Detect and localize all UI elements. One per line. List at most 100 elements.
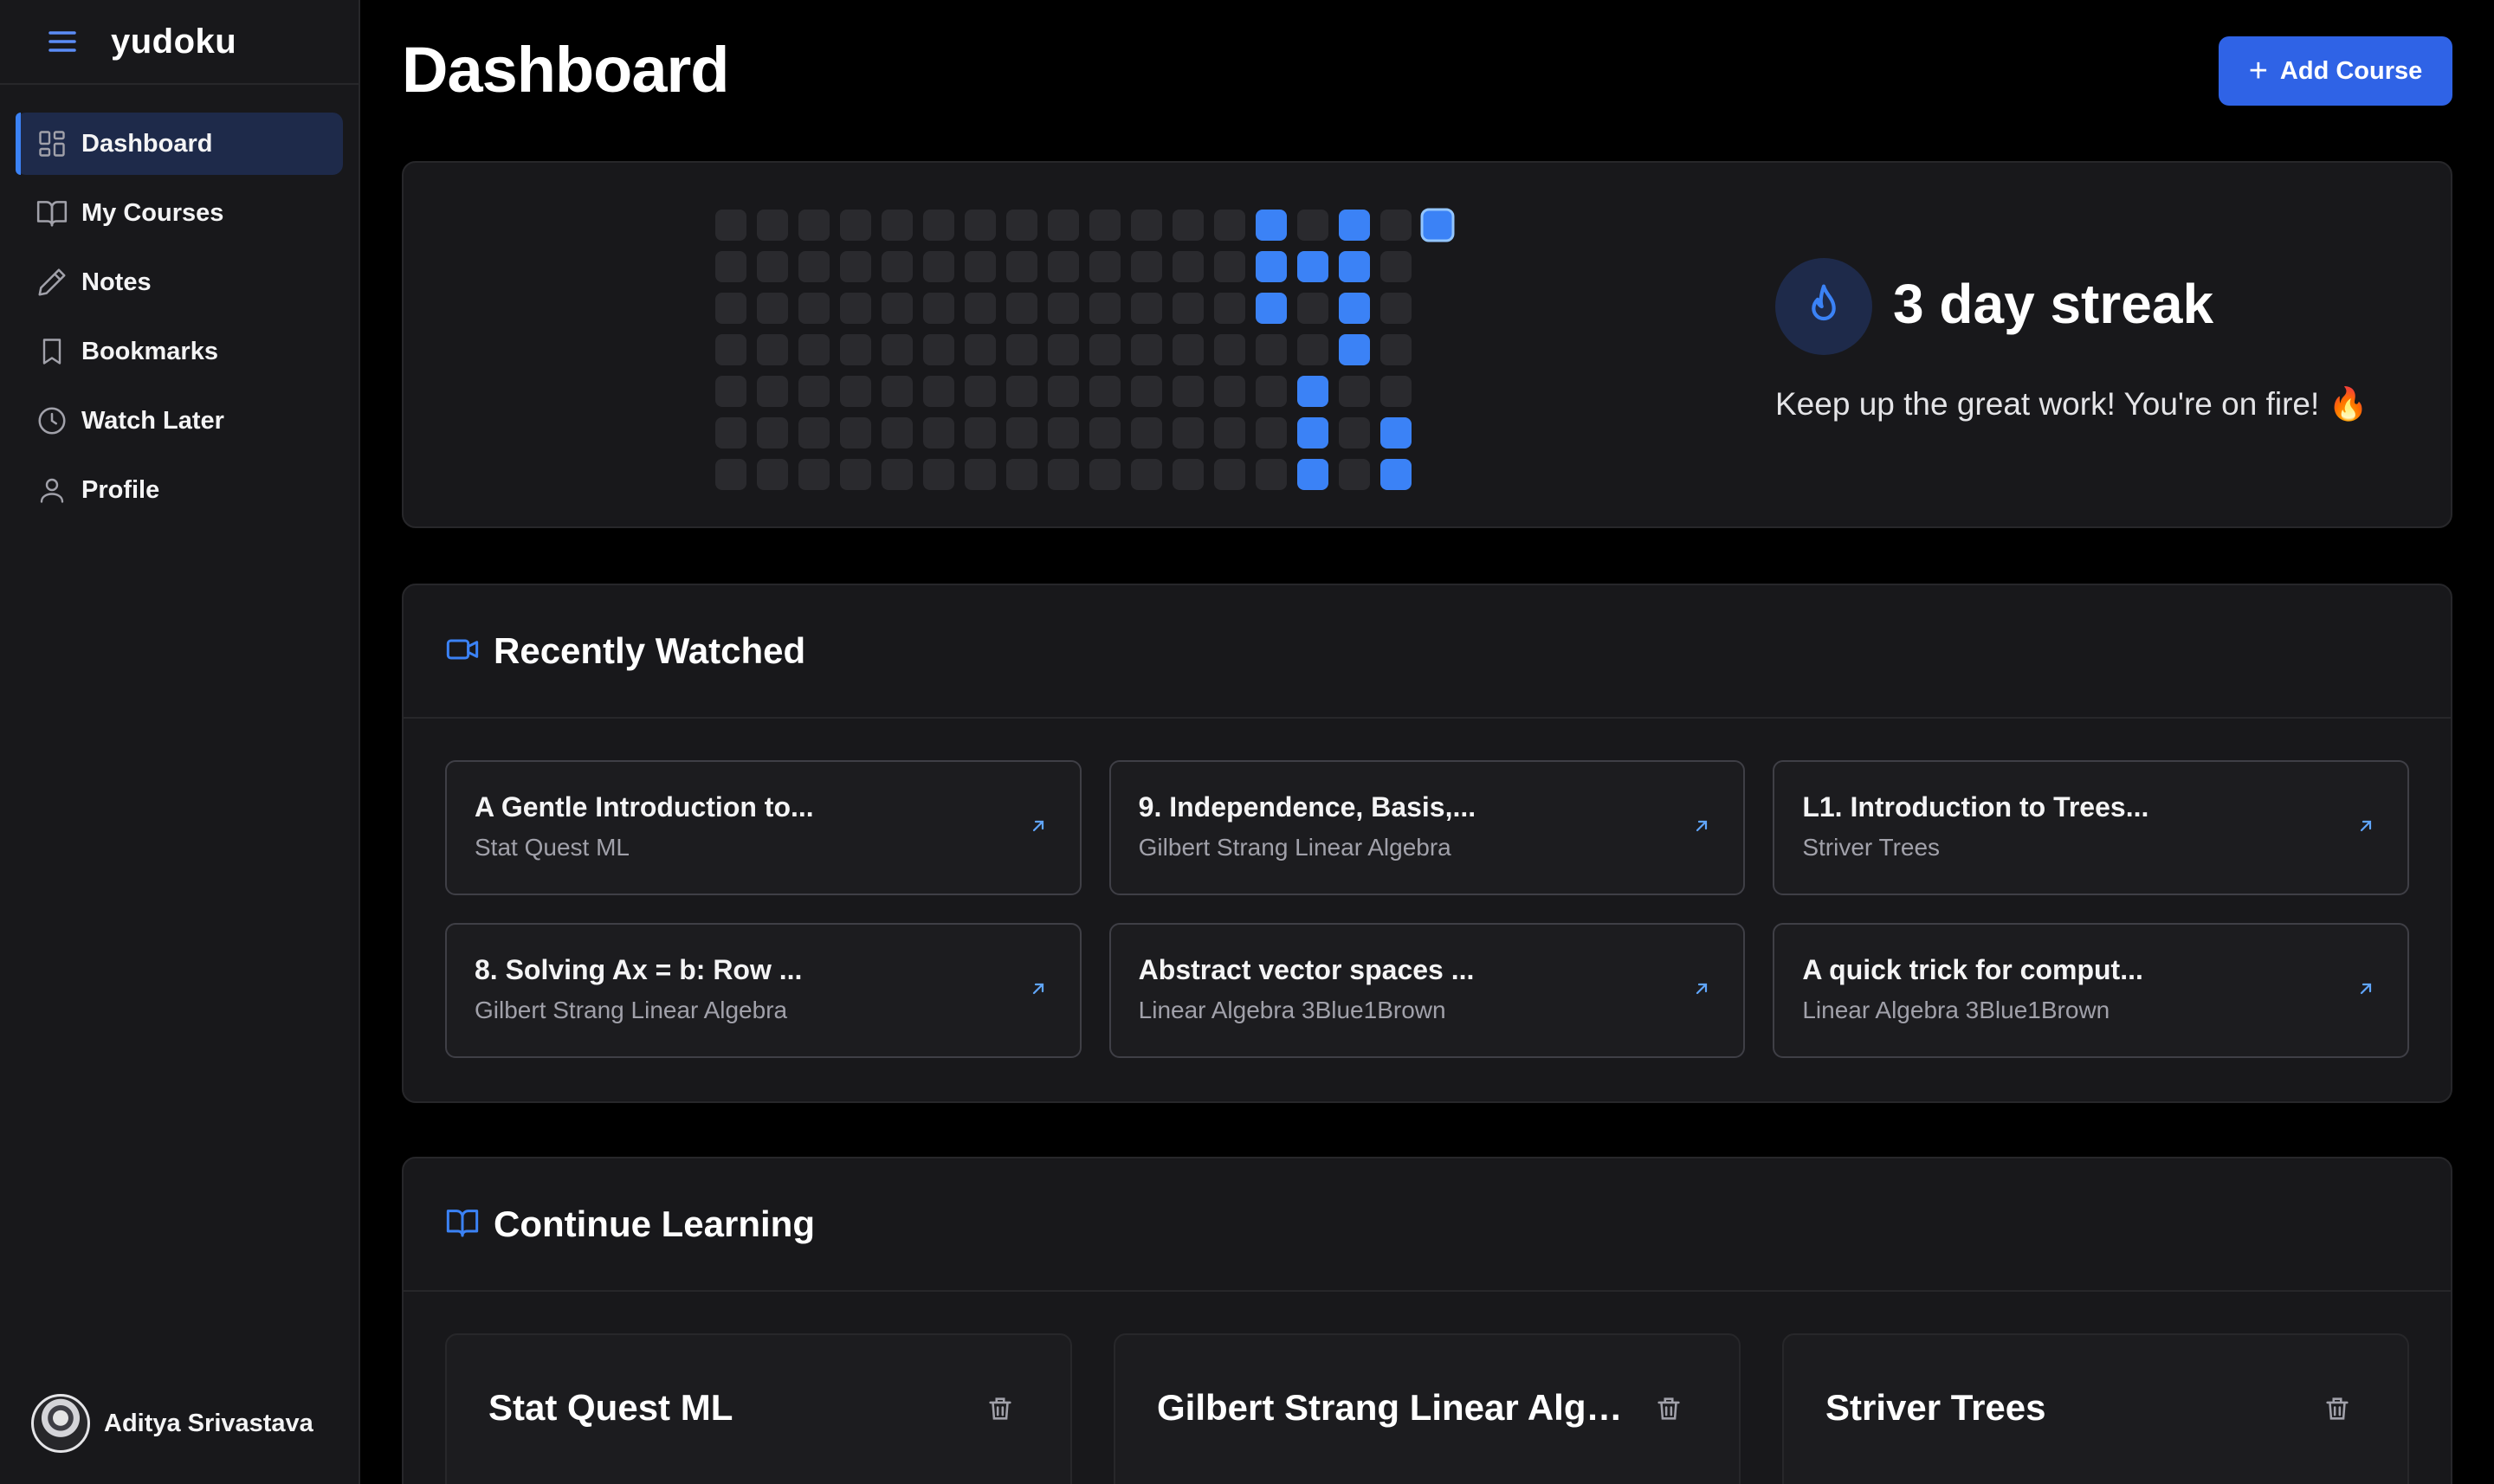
sidebar-item-notes[interactable]: Notes [16, 251, 343, 313]
activity-cell [757, 251, 788, 282]
activity-cell [1089, 459, 1121, 490]
video-course: Stat Quest ML [475, 834, 630, 861]
activity-cell [1006, 251, 1037, 282]
recently-watched-header: Recently Watched [404, 585, 2451, 719]
activity-cell [882, 210, 913, 241]
activity-cell [1048, 210, 1079, 241]
activity-cell [1131, 417, 1162, 448]
streak-card: 3 day streak Keep up the great work! You… [402, 161, 2452, 528]
avatar [31, 1394, 90, 1453]
arrow-up-right-icon[interactable] [2355, 978, 2376, 1003]
activity-cell [1256, 376, 1287, 407]
add-course-button[interactable]: + Add Course [2219, 36, 2452, 106]
recent-video-item[interactable]: 8. Solving Ax = b: Row ... Gilbert Stran… [445, 923, 1082, 1058]
book-open-icon [35, 196, 69, 230]
recent-video-item[interactable]: L1. Introduction to Trees... Striver Tre… [1773, 760, 2409, 895]
course-list: Stat Quest ML Gilbert Strang Linear Alge… [445, 1333, 2409, 1484]
add-course-label: Add Course [2279, 56, 2423, 85]
activity-cell [715, 210, 746, 241]
activity-cell [798, 376, 830, 407]
activity-cell [1173, 293, 1204, 324]
dashboard-icon [35, 126, 69, 161]
activity-cell [923, 417, 954, 448]
course-card[interactable]: Gilbert Strang Linear Algebra [1114, 1333, 1741, 1484]
course-title: Stat Quest ML [488, 1387, 733, 1428]
activity-cell [1339, 417, 1370, 448]
section-title: Continue Learning [494, 1203, 815, 1244]
arrow-up-right-icon[interactable] [1691, 978, 1712, 1003]
activity-cell [715, 376, 746, 407]
activity-cell [1131, 210, 1162, 241]
activity-cell [923, 293, 954, 324]
activity-cell [1089, 417, 1121, 448]
user-name: Aditya Srivastava [104, 1409, 313, 1437]
activity-cell [1173, 210, 1204, 241]
activity-cell-active [1297, 251, 1328, 282]
sidebar-item-dashboard[interactable]: Dashboard [16, 113, 343, 175]
activity-cell [1214, 459, 1245, 490]
sidebar-item-label: My Courses [81, 198, 224, 227]
activity-cell [1048, 251, 1079, 282]
sidebar-item-bookmarks[interactable]: Bookmarks [16, 320, 343, 383]
activity-cell [882, 251, 913, 282]
course-title: Striver Trees [1825, 1387, 2046, 1428]
activity-cell [923, 334, 954, 365]
recent-video-item[interactable]: A quick trick for comput... Linear Algeb… [1773, 923, 2409, 1058]
arrow-up-right-icon[interactable] [1028, 816, 1049, 841]
continue-learning-card: Continue Learning Stat Quest ML Gilbert … [402, 1157, 2452, 1484]
activity-cell [1380, 251, 1412, 282]
arrow-up-right-icon[interactable] [2355, 816, 2376, 841]
activity-cell-active [1339, 251, 1370, 282]
page-title: Dashboard [402, 34, 730, 106]
video-title: A Gentle Introduction to... [475, 791, 814, 823]
clock-icon [35, 403, 69, 438]
activity-cell [1214, 251, 1245, 282]
activity-cell [798, 459, 830, 490]
activity-cell [1131, 376, 1162, 407]
trash-icon[interactable] [1654, 1394, 1683, 1428]
activity-cell [1089, 210, 1121, 241]
activity-cell [798, 417, 830, 448]
activity-cell [1006, 376, 1037, 407]
sidebar-item-profile[interactable]: Profile [16, 459, 343, 521]
activity-cell [1173, 417, 1204, 448]
activity-cell [1339, 459, 1370, 490]
activity-cell [798, 210, 830, 241]
course-card[interactable]: Striver Trees [1782, 1333, 2409, 1484]
recently-watched-card: Recently Watched A Gentle Introduction t… [402, 584, 2452, 1103]
arrow-up-right-icon[interactable] [1028, 978, 1049, 1003]
recent-video-item[interactable]: A Gentle Introduction to... Stat Quest M… [445, 760, 1082, 895]
sidebar-item-my-courses[interactable]: My Courses [16, 182, 343, 244]
activity-cell [840, 417, 871, 448]
activity-grid [712, 206, 1474, 492]
activity-cell [840, 251, 871, 282]
sidebar-item-label: Bookmarks [81, 337, 218, 365]
activity-cell [715, 251, 746, 282]
activity-cell [1089, 334, 1121, 365]
menu-icon[interactable] [45, 24, 80, 59]
trash-icon[interactable] [2323, 1394, 2352, 1428]
recent-video-item[interactable]: Abstract vector spaces ... Linear Algebr… [1108, 923, 1746, 1058]
activity-cell-active [1380, 417, 1412, 448]
arrow-up-right-icon[interactable] [1691, 816, 1712, 841]
activity-grid-svg [715, 208, 1455, 490]
plus-icon: + [2248, 53, 2268, 89]
video-course: Linear Algebra 3Blue1Brown [1138, 997, 1446, 1023]
activity-cell-active [1297, 376, 1328, 407]
streak-title: 3 day streak [1893, 273, 2214, 335]
flame-icon [1775, 258, 1872, 355]
activity-cell [882, 293, 913, 324]
pencil-icon [35, 265, 69, 300]
activity-cell [1006, 334, 1037, 365]
video-course: Gilbert Strang Linear Algebra [475, 997, 788, 1023]
activity-cell [798, 251, 830, 282]
activity-cell [1256, 459, 1287, 490]
recent-video-item[interactable]: 9. Independence, Basis,... Gilbert Stran… [1108, 760, 1746, 895]
user-profile[interactable]: Aditya Srivastava [31, 1394, 313, 1453]
trash-icon[interactable] [985, 1394, 1015, 1428]
activity-cell [1297, 334, 1328, 365]
activity-cell [1297, 293, 1328, 324]
activity-cell-active [1339, 293, 1370, 324]
course-card[interactable]: Stat Quest ML [445, 1333, 1072, 1484]
sidebar-item-watch-later[interactable]: Watch Later [16, 390, 343, 452]
